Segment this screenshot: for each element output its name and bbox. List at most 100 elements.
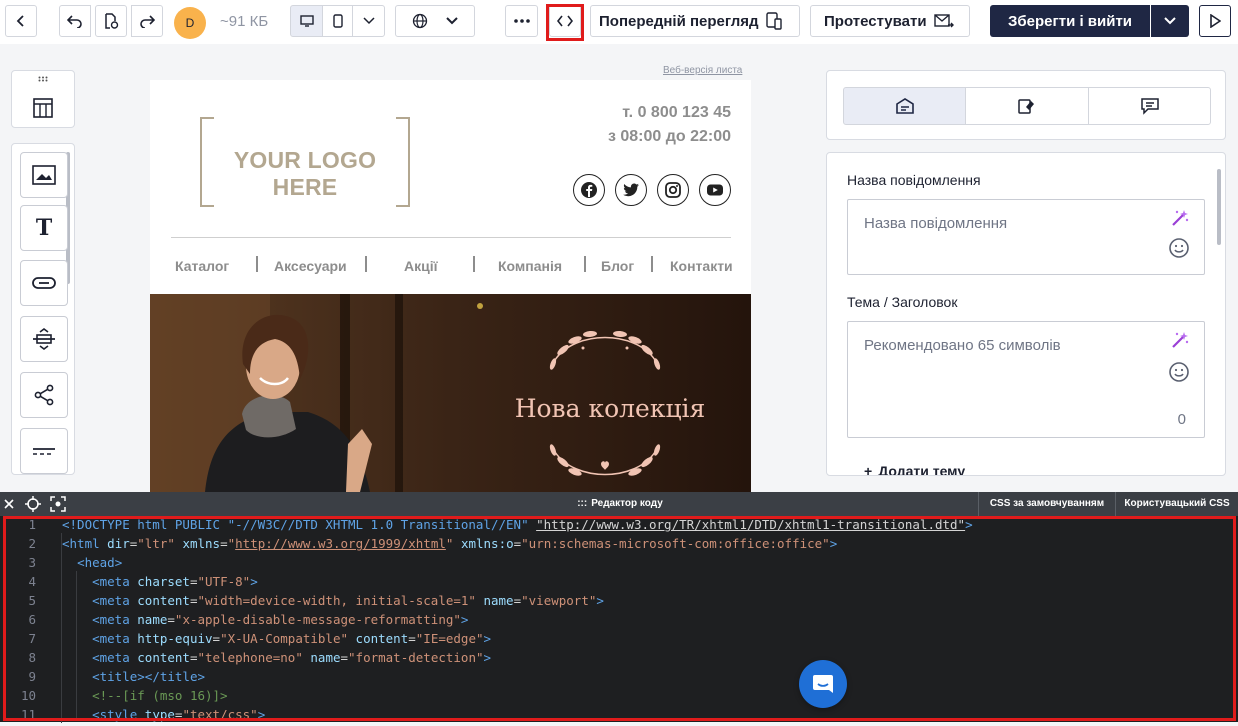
comment-icon — [1140, 98, 1159, 115]
play-icon — [1210, 14, 1221, 28]
text-block-tool[interactable]: T — [20, 205, 68, 251]
spacer-icon — [33, 328, 55, 350]
nav-company[interactable]: Компанія — [498, 258, 562, 274]
element-select-icon[interactable] — [50, 496, 66, 512]
email-size-label: ~91 КБ — [220, 13, 269, 30]
nav-catalog[interactable]: Каталог — [175, 258, 229, 274]
web-version-link[interactable]: Веб-версія листа — [663, 65, 742, 76]
tab-appearance[interactable] — [965, 87, 1089, 125]
divider-block-tool[interactable] — [20, 428, 68, 474]
support-chat-button[interactable] — [799, 660, 847, 708]
chevron-down-icon — [446, 17, 458, 25]
add-subject-label: Додати тему — [878, 463, 966, 476]
code-editor-highlight — [3, 516, 1236, 721]
text-icon: T — [35, 215, 53, 241]
settings-tabs-panel — [826, 70, 1226, 140]
facebook-icon[interactable] — [573, 174, 605, 206]
subject-label: Тема / Заголовок — [847, 294, 958, 310]
document-history-icon — [105, 13, 119, 29]
ai-magic-wand-icon[interactable] — [1170, 330, 1190, 350]
message-name-input[interactable]: Назва повідомлення — [847, 199, 1205, 275]
add-subject-link[interactable]: + Додати тему — [864, 463, 966, 476]
code-button-highlight — [546, 4, 584, 41]
social-block-tool[interactable] — [20, 372, 68, 418]
nav-separator — [651, 256, 653, 272]
share-icon — [34, 384, 54, 406]
phone-number: т. 0 800 123 45 — [622, 104, 731, 121]
nav-separator — [256, 256, 258, 272]
subject-input[interactable]: Рекомендовано 65 символів 0 — [847, 321, 1205, 438]
redo-button[interactable] — [131, 5, 163, 37]
back-button[interactable] — [5, 5, 37, 37]
emoji-icon[interactable] — [1168, 361, 1190, 383]
send-button[interactable] — [1199, 5, 1231, 37]
twitter-icon[interactable] — [615, 174, 647, 206]
top-toolbar: D ~91 КБ Попередній перегляд Протестуват… — [0, 0, 1238, 44]
preview-button[interactable]: Попередній перегляд — [590, 5, 800, 37]
language-dropdown[interactable] — [395, 5, 475, 37]
undo-icon — [67, 15, 82, 28]
instagram-icon[interactable] — [657, 174, 689, 206]
nav-promotions[interactable]: Акції — [404, 258, 438, 274]
nav-separator — [473, 256, 475, 272]
mobile-view-button[interactable] — [322, 5, 354, 37]
tab-default-css[interactable]: CSS за замовчуванням — [978, 492, 1115, 516]
chat-icon — [813, 675, 833, 693]
logo[interactable]: YOUR LOGO HERE — [200, 117, 410, 207]
working-hours: з 08:00 до 22:00 — [607, 128, 731, 145]
paint-bucket-icon — [1018, 99, 1034, 114]
hero-banner[interactable]: Нова колекція — [150, 294, 751, 492]
subject-char-counter: 0 — [1177, 411, 1186, 428]
nav-accessories[interactable]: Аксесуари — [274, 258, 347, 274]
message-settings-icon — [895, 98, 914, 114]
image-block-tool[interactable] — [20, 152, 68, 198]
email-canvas[interactable]: YOUR LOGO HERE т. 0 800 123 45 з 08:00 д… — [150, 80, 751, 492]
spacer-block-tool[interactable] — [20, 316, 68, 362]
drag-handle-icon[interactable] — [38, 76, 48, 82]
code-editor-title: ::: Редактор коду — [560, 498, 680, 509]
wreath-decoration — [549, 444, 661, 476]
emoji-icon[interactable] — [1168, 237, 1190, 259]
subject-placeholder: Рекомендовано 65 символів — [864, 337, 1061, 354]
logo-text: YOUR LOGO HERE — [233, 147, 377, 200]
desktop-view-button[interactable] — [290, 5, 324, 37]
tab-comments[interactable] — [1088, 87, 1211, 125]
mail-send-icon — [933, 14, 954, 28]
nav-separator — [584, 256, 586, 272]
save-options-dropdown[interactable] — [1151, 5, 1189, 37]
chevron-down-icon — [1164, 17, 1176, 25]
divider-icon — [33, 448, 55, 455]
header-divider — [171, 237, 731, 238]
hero-title: Нова колекція — [514, 394, 706, 423]
close-icon[interactable] — [3, 498, 15, 510]
nav-contacts[interactable]: Контакти — [670, 258, 733, 274]
youtube-icon[interactable] — [699, 174, 731, 206]
message-name-placeholder: Назва повідомлення — [864, 215, 1008, 232]
crosshair-icon[interactable] — [25, 496, 41, 512]
ai-magic-wand-icon[interactable] — [1170, 208, 1190, 228]
settings-scrollbar[interactable] — [1217, 169, 1221, 245]
tab-message-settings[interactable] — [843, 87, 966, 125]
desktop-icon — [300, 15, 314, 27]
save-and-exit-button[interactable]: Зберегти і вийти — [990, 5, 1150, 37]
code-editor-header: ::: Редактор коду CSS за замовчуванням Ко… — [0, 492, 1238, 516]
drag-handle-icon[interactable]: ::: — [577, 498, 587, 509]
code-editor-title-text: Редактор коду — [591, 498, 663, 509]
more-options-button[interactable] — [505, 5, 538, 37]
user-avatar[interactable]: D — [174, 7, 206, 39]
view-mode-dropdown[interactable] — [352, 5, 385, 37]
message-name-label: Назва повідомлення — [847, 172, 981, 188]
button-block-tool[interactable] — [20, 260, 68, 306]
mobile-icon — [333, 14, 343, 28]
structures-panel — [11, 70, 75, 128]
tab-user-css[interactable]: Користувацький CSS — [1115, 492, 1238, 516]
undo-button[interactable] — [59, 5, 91, 37]
structures-icon[interactable] — [32, 97, 54, 119]
test-button[interactable]: Протестувати — [810, 5, 970, 37]
nav-blog[interactable]: Блог — [601, 258, 634, 274]
history-button[interactable] — [95, 5, 127, 37]
redo-icon — [140, 15, 155, 28]
image-icon — [32, 165, 56, 185]
blocks-panel: T — [11, 143, 75, 475]
button-icon — [32, 277, 56, 289]
